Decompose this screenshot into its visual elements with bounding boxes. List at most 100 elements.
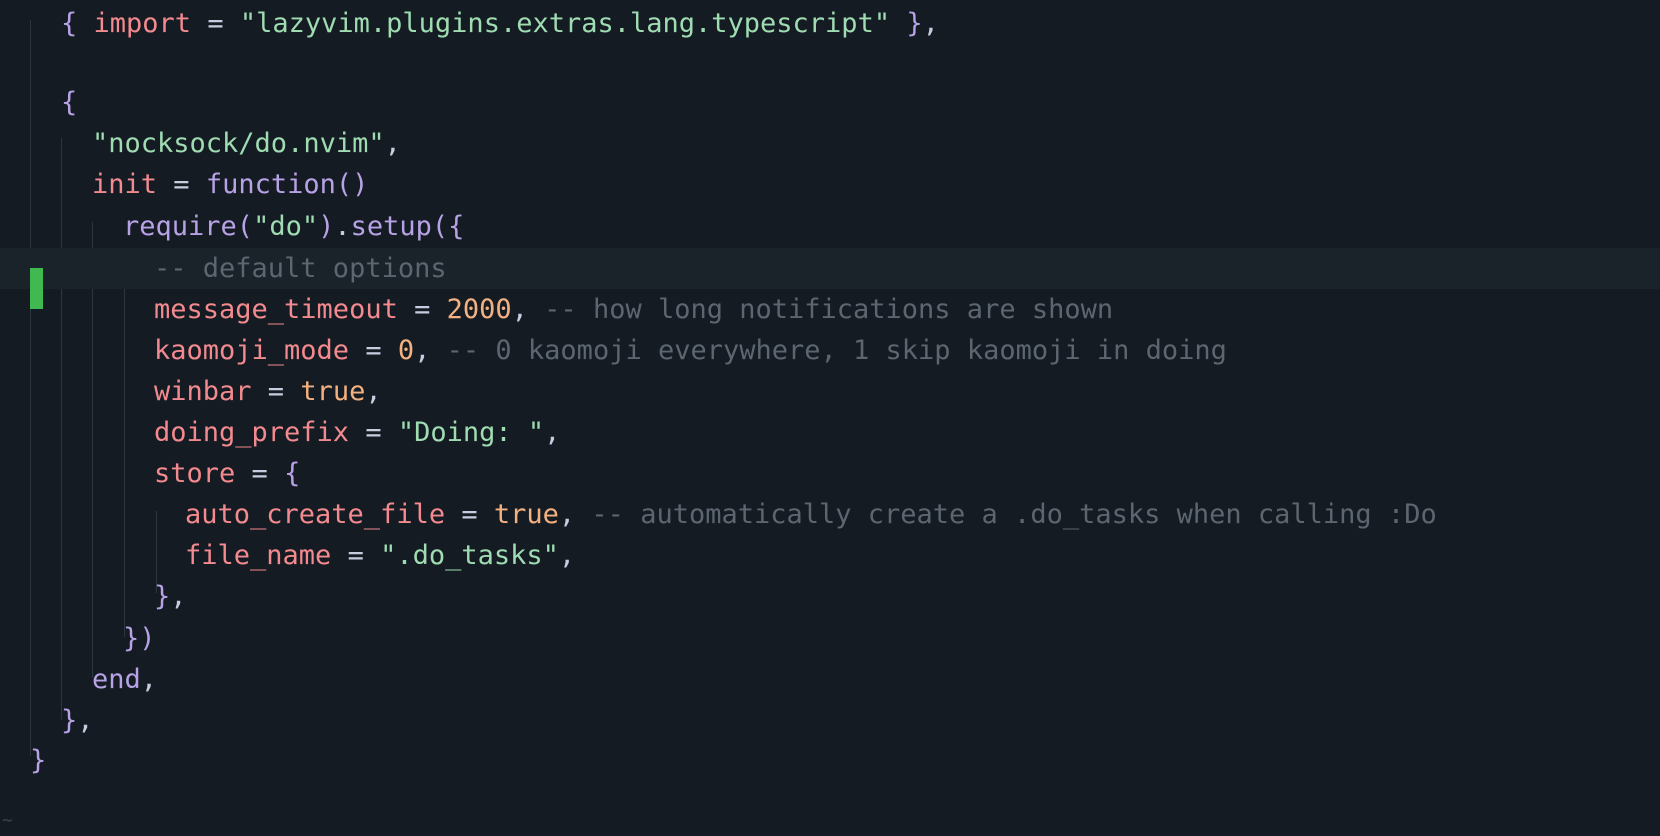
line-content: winbar = true,	[154, 371, 382, 412]
syntax-token: =	[349, 417, 398, 448]
line-content: { import = "lazyvim.plugins.extras.lang.…	[61, 3, 939, 44]
syntax-token: winbar	[154, 376, 252, 407]
syntax-token: init	[92, 169, 158, 200]
git-added-sign	[30, 268, 43, 309]
syntax-token: -- automatically create a .do_tasks when…	[591, 499, 1437, 530]
code-line[interactable]: end,	[0, 659, 1660, 700]
syntax-token: =	[251, 376, 301, 407]
syntax-token: file_name	[185, 540, 332, 571]
syntax-token: ".do_tasks"	[380, 540, 559, 571]
code-line[interactable]: store = {	[0, 453, 1660, 494]
syntax-token: -- how long notifications are shown	[544, 294, 1114, 325]
syntax-token: end	[92, 664, 141, 695]
syntax-token	[890, 8, 906, 39]
syntax-token: {	[284, 458, 301, 489]
syntax-token: "do"	[253, 211, 319, 242]
syntax-token: ,	[511, 294, 545, 325]
code-line[interactable]: message_timeout = 2000, -- how long noti…	[0, 289, 1660, 330]
syntax-token: .	[334, 211, 351, 242]
syntax-token: ,	[414, 335, 447, 366]
syntax-token: =	[331, 540, 381, 571]
code-line[interactable]: {	[0, 82, 1660, 123]
line-content: require("do").setup({	[123, 206, 464, 247]
syntax-token: ,	[384, 128, 401, 159]
code-line-cursor[interactable]: -- default options	[0, 248, 1660, 289]
code-line[interactable]: { import = "lazyvim.plugins.extras.lang.…	[0, 3, 1660, 44]
syntax-token: =	[157, 169, 206, 200]
line-content: init = function()	[92, 164, 368, 205]
syntax-token: message_timeout	[154, 294, 398, 325]
syntax-token: })	[123, 623, 156, 654]
syntax-token: ,	[140, 664, 158, 695]
line-content: }	[30, 740, 46, 781]
syntax-token: setup	[350, 211, 432, 242]
syntax-token: ,	[922, 8, 939, 39]
code-line[interactable]: init = function()	[0, 164, 1660, 205]
syntax-token: "nocksock/do.nvim"	[92, 128, 385, 159]
syntax-token: store	[154, 458, 236, 489]
syntax-token: )	[318, 211, 335, 242]
line-content: store = {	[154, 453, 300, 494]
syntax-token: }	[61, 705, 78, 736]
code-line[interactable]	[0, 43, 1660, 84]
line-content: end,	[92, 659, 157, 700]
line-content: "nocksock/do.nvim",	[92, 123, 401, 164]
syntax-token: 2000	[446, 294, 512, 325]
code-line[interactable]: "nocksock/do.nvim",	[0, 123, 1660, 164]
line-content: auto_create_file = true, -- automaticall…	[185, 494, 1437, 535]
syntax-token	[77, 8, 93, 39]
syntax-token: doing_prefix	[154, 417, 350, 448]
syntax-token: ({	[431, 211, 465, 242]
code-line[interactable]: })	[0, 618, 1660, 659]
syntax-token: ()	[335, 169, 369, 200]
line-content: kaomoji_mode = 0, -- 0 kaomoji everywher…	[154, 330, 1227, 371]
code-line[interactable]: auto_create_file = true, -- automaticall…	[0, 494, 1660, 535]
syntax-token: 0	[397, 335, 415, 366]
syntax-token: =	[397, 294, 447, 325]
syntax-token: }	[30, 745, 47, 776]
syntax-token: =	[235, 458, 285, 489]
syntax-token: -- 0 kaomoji everywhere, 1 skip kaomoji …	[446, 335, 1227, 366]
syntax-token: true	[493, 499, 559, 530]
code-line[interactable]: },	[0, 576, 1660, 617]
line-content: -- default options	[154, 248, 447, 289]
syntax-token: {	[61, 8, 78, 39]
line-content: doing_prefix = "Doing: ",	[154, 412, 560, 453]
line-content: {	[61, 82, 77, 123]
end-of-buffer-marker: ~	[2, 810, 13, 831]
syntax-token: ,	[558, 499, 592, 530]
code-line[interactable]: kaomoji_mode = 0, -- 0 kaomoji everywher…	[0, 330, 1660, 371]
syntax-token: -- default options	[154, 253, 447, 284]
line-content: },	[154, 576, 187, 617]
syntax-token: "lazyvim.plugins.extras.lang.typescript"	[239, 8, 891, 39]
syntax-token: =	[445, 499, 494, 530]
line-content: },	[61, 700, 94, 741]
code-line[interactable]: }	[0, 740, 1660, 781]
syntax-token: }	[154, 581, 171, 612]
line-content: file_name = ".do_tasks",	[185, 535, 575, 576]
code-editor[interactable]: { import = "lazyvim.plugins.extras.lang.…	[0, 0, 1660, 836]
syntax-token: ,	[77, 705, 94, 736]
syntax-token: require	[123, 211, 237, 242]
syntax-token: {	[61, 87, 78, 118]
code-line[interactable]: file_name = ".do_tasks",	[0, 535, 1660, 576]
syntax-token: import	[93, 8, 192, 39]
syntax-token: ,	[170, 581, 187, 612]
syntax-token: kaomoji_mode	[154, 335, 350, 366]
code-line[interactable]: },	[0, 700, 1660, 741]
syntax-token: ,	[544, 417, 561, 448]
syntax-token: =	[349, 335, 398, 366]
syntax-token: ,	[558, 540, 576, 571]
line-content: message_timeout = 2000, -- how long noti…	[154, 289, 1113, 330]
code-line[interactable]: doing_prefix = "Doing: ",	[0, 412, 1660, 453]
syntax-token: auto_create_file	[185, 499, 446, 530]
code-line[interactable]: require("do").setup({	[0, 206, 1660, 247]
line-content: })	[123, 618, 156, 659]
syntax-token: true	[300, 376, 366, 407]
syntax-token: ,	[365, 376, 382, 407]
syntax-token: }	[906, 8, 923, 39]
syntax-token: function	[205, 169, 336, 200]
code-line[interactable]: winbar = true,	[0, 371, 1660, 412]
syntax-token: =	[191, 8, 240, 39]
syntax-token: (	[236, 211, 254, 242]
